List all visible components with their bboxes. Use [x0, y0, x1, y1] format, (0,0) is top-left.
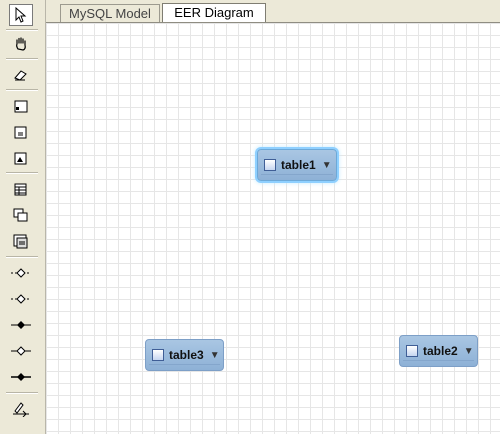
relationship-1-n-nonidentifying[interactable] — [9, 288, 33, 310]
table-node-table2[interactable]: table2 ▼ — [399, 335, 478, 367]
layer-tool[interactable] — [9, 95, 33, 117]
tab-eer-diagram[interactable]: EER Diagram — [162, 3, 266, 23]
hand-icon — [16, 37, 26, 51]
toolbar-separator — [6, 256, 38, 258]
table-divider — [149, 364, 220, 365]
eer-diagram-canvas[interactable]: table1 ▼ table3 ▼ table2 ▼ — [46, 22, 500, 434]
table-name: table1 — [281, 158, 316, 172]
table-icon — [406, 345, 418, 357]
image-icon — [14, 152, 27, 164]
table-divider — [261, 174, 333, 175]
relation-1-1-dashed-icon — [11, 268, 31, 278]
hand-tool[interactable] — [9, 33, 33, 55]
note-icon — [14, 126, 27, 138]
relation-1-1-icon — [11, 321, 31, 329]
toolbar-separator — [6, 58, 38, 60]
routine-group-icon — [13, 234, 28, 248]
relation-1-n-icon — [11, 346, 31, 356]
table-icon — [264, 159, 276, 171]
relationship-n-m[interactable] — [9, 366, 33, 388]
routine-group-tool[interactable] — [9, 230, 33, 252]
relation-pick-icon — [13, 402, 29, 417]
expand-arrow-icon[interactable]: ▼ — [322, 160, 332, 171]
table-divider — [403, 360, 474, 361]
table-node-table3[interactable]: table3 ▼ — [145, 339, 224, 371]
eraser-tool[interactable] — [9, 64, 33, 86]
table-icon — [14, 183, 27, 195]
view-icon — [13, 208, 28, 222]
table-name: table3 — [169, 348, 204, 362]
toolbar-separator — [6, 172, 38, 174]
table-icon — [152, 349, 164, 361]
document-tabs: MySQL Model EER Diagram — [46, 0, 500, 23]
relation-1-n-dashed-icon — [11, 294, 31, 304]
layer-icon — [14, 100, 28, 112]
tab-label: MySQL Model — [69, 6, 151, 21]
tab-mysql-model[interactable]: MySQL Model — [60, 4, 160, 22]
select-tool[interactable] — [9, 4, 33, 26]
tool-palette — [0, 0, 46, 434]
view-tool[interactable] — [9, 204, 33, 226]
toolbar-separator — [6, 89, 38, 91]
relationship-1-1-identifying[interactable] — [9, 314, 33, 336]
expand-arrow-icon[interactable]: ▼ — [210, 350, 220, 361]
tab-label: EER Diagram — [174, 5, 254, 20]
table-node-table1[interactable]: table1 ▼ — [257, 149, 337, 181]
eraser-icon — [14, 70, 27, 81]
relationship-1-1-nonidentifying[interactable] — [9, 262, 33, 284]
toolbar-separator — [6, 29, 38, 31]
expand-arrow-icon[interactable]: ▼ — [464, 346, 474, 357]
relationship-1-n-identifying[interactable] — [9, 340, 33, 362]
note-tool[interactable] — [9, 121, 33, 143]
relationship-existing-columns[interactable] — [9, 398, 33, 420]
relation-n-m-icon — [11, 373, 31, 381]
image-tool[interactable] — [9, 147, 33, 169]
table-name: table2 — [423, 344, 458, 358]
table-tool[interactable] — [9, 178, 33, 200]
toolbar-separator — [6, 392, 38, 394]
arrow-cursor-icon — [15, 7, 27, 23]
